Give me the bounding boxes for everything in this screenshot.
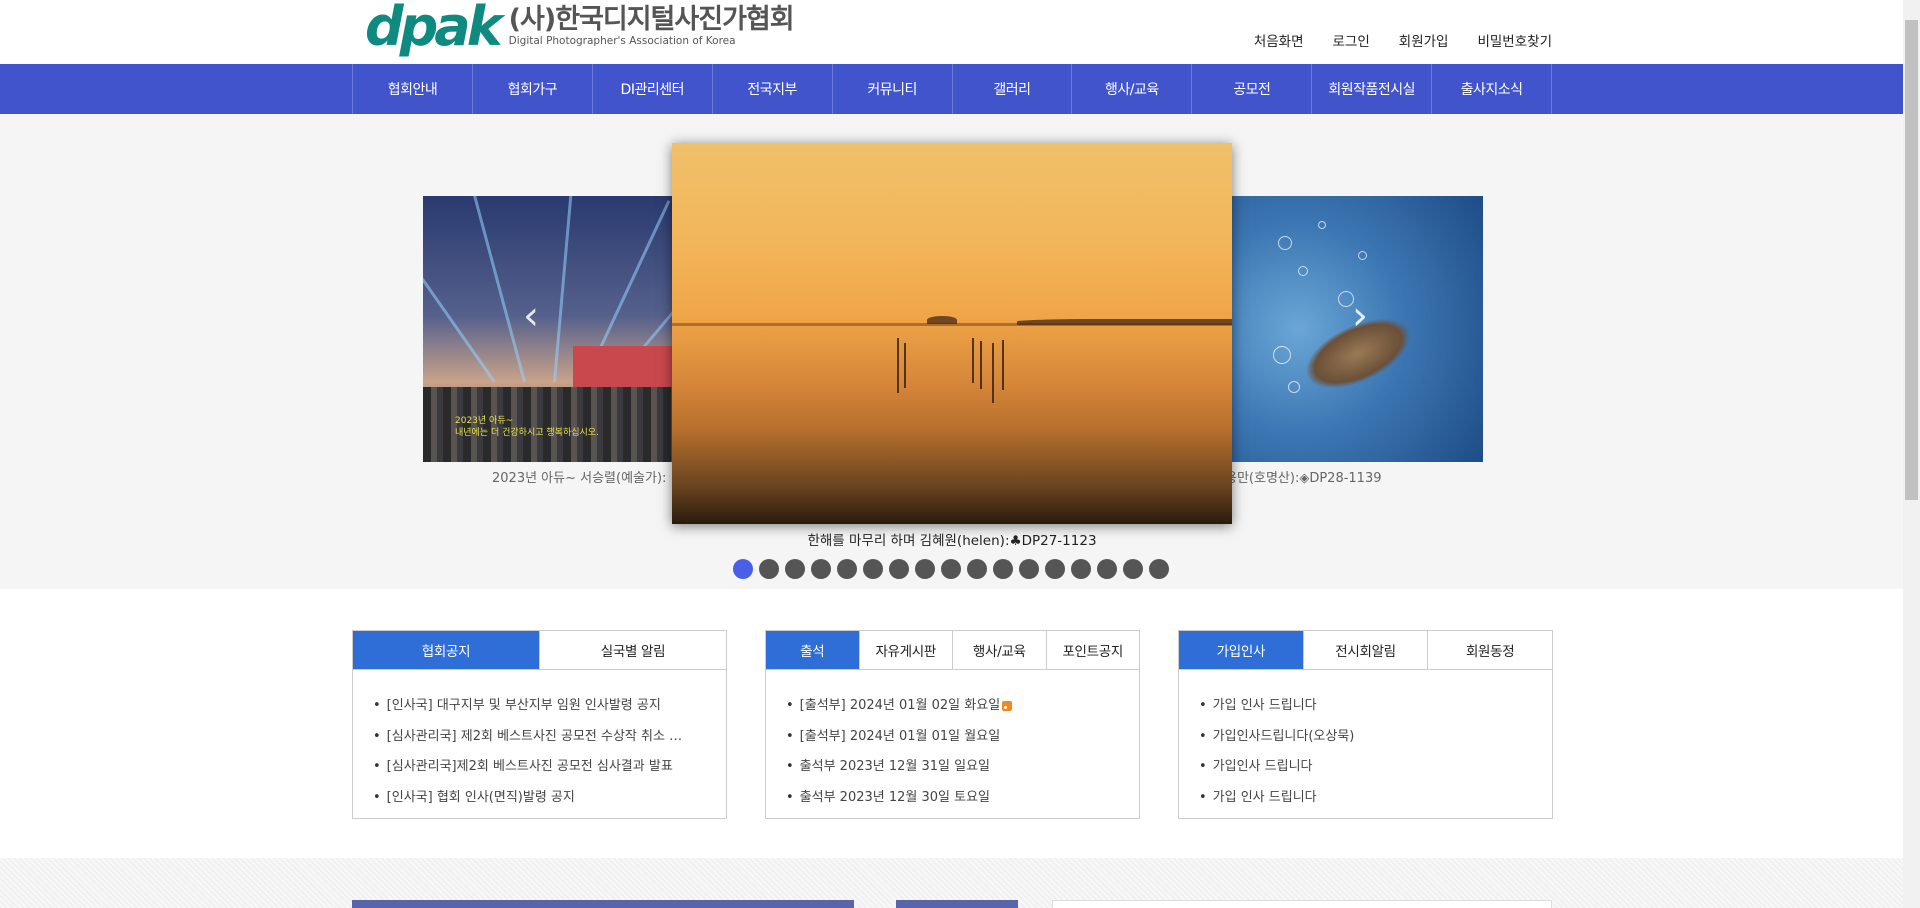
board-community: 출석 자유게시판 행사/교육 포인트공지 [출석부] 2024년 01월 02일… bbox=[765, 630, 1140, 819]
tab-department-notice[interactable]: 실국별 알림 bbox=[540, 631, 726, 669]
slider-dot[interactable] bbox=[837, 559, 857, 579]
tab-free-board[interactable]: 자유게시판 bbox=[860, 631, 953, 669]
find-password-link[interactable]: 비밀번호찾기 bbox=[1477, 30, 1552, 50]
site-logo[interactable]: dpak (사)한국디지털사진가협회 Digital Photographer'… bbox=[365, 0, 795, 58]
list-item[interactable]: 출석부 2023년 12월 31일 일요일 bbox=[786, 752, 1106, 783]
list-item[interactable]: 가입인사 드립니다 bbox=[1199, 752, 1519, 783]
tab-events[interactable]: 행사/교육 bbox=[953, 631, 1047, 669]
list-item[interactable]: 가입 인사 드립니다 bbox=[1199, 691, 1519, 722]
slider-dot[interactable] bbox=[993, 559, 1013, 579]
board-notice: 협회공지 실국별 알림 [인사국] 대구지부 및 부산지부 임원 인사발령 공지… bbox=[352, 630, 727, 819]
slide-right-photo[interactable] bbox=[1218, 196, 1483, 462]
board-members-list: 가입 인사 드립니다 가입인사드립니다(오상묵) 가입인사 드립니다 가입 인사… bbox=[1179, 670, 1552, 813]
tab-point-notice[interactable]: 포인트공지 bbox=[1047, 631, 1140, 669]
slide-main-photo[interactable] bbox=[672, 143, 1232, 524]
page-scrollbar[interactable] bbox=[1903, 0, 1920, 908]
slider-dot[interactable] bbox=[863, 559, 883, 579]
board-members-tabs: 가입인사 전시회알림 회원동정 bbox=[1179, 631, 1552, 670]
nav-item-di-center[interactable]: DI관리센터 bbox=[593, 64, 713, 114]
home-link[interactable]: 처음화면 bbox=[1254, 30, 1304, 50]
board-members: 가입인사 전시회알림 회원동정 가입 인사 드립니다 가입인사드립니다(오상묵)… bbox=[1178, 630, 1553, 819]
bottom-panel-middle bbox=[896, 900, 1018, 908]
slider-dot[interactable] bbox=[811, 559, 831, 579]
slider-dot[interactable] bbox=[915, 559, 935, 579]
slide-left-overlay-text: 2023년 아듀~ 내년에는 더 건강하시고 행복하십시오. bbox=[455, 416, 599, 438]
list-item[interactable]: 가입인사드립니다(오상묵) bbox=[1199, 722, 1519, 753]
bottom-panel-right bbox=[1052, 900, 1552, 908]
nav-item-family[interactable]: 협회가구 bbox=[473, 64, 593, 114]
logo-mark: dpak bbox=[365, 0, 503, 58]
slider-dot[interactable] bbox=[889, 559, 909, 579]
nav-item-branches[interactable]: 전국지부 bbox=[713, 64, 833, 114]
nav-item-photo-spots[interactable]: 출사지소식 bbox=[1432, 64, 1553, 114]
list-item-text: [출석부] 2024년 01월 02일 화요일 bbox=[799, 698, 1001, 713]
chevron-left-icon[interactable]: ‹ bbox=[523, 296, 539, 336]
slider-dot[interactable] bbox=[733, 559, 753, 579]
slide-main-caption: 한해를 마무리 하며 김혜원(helen):♣DP27-1123 bbox=[807, 533, 1097, 549]
slider-dot[interactable] bbox=[785, 559, 805, 579]
main-nav: 협회안내 협회가구 DI관리센터 전국지부 커뮤니티 갤러리 행사/교육 공모전… bbox=[0, 64, 1903, 114]
slide-right-caption: 용만(호명산):◈DP28-1139 bbox=[1225, 471, 1382, 486]
slider-dot[interactable] bbox=[759, 559, 779, 579]
nav-item-about[interactable]: 협회안내 bbox=[353, 64, 473, 114]
tab-association-notice[interactable]: 협회공지 bbox=[353, 631, 540, 669]
slide-left-photo[interactable]: 2023년 아듀~ 내년에는 더 건강하시고 행복하십시오. bbox=[423, 196, 688, 462]
board-notice-tabs: 협회공지 실국별 알림 bbox=[353, 631, 726, 670]
slider-dot[interactable] bbox=[941, 559, 961, 579]
slider-dot[interactable] bbox=[1123, 559, 1143, 579]
list-item[interactable]: [인사국] 대구지부 및 부산지부 임원 인사발령 공지 bbox=[373, 691, 693, 722]
list-item[interactable]: [출석부] 2024년 01월 01일 월요일 bbox=[786, 722, 1106, 753]
slider-dot[interactable] bbox=[1071, 559, 1091, 579]
list-item[interactable]: 가입 인사 드립니다 bbox=[1199, 783, 1519, 814]
logo-subtitle: Digital Photographer's Association of Ko… bbox=[508, 35, 736, 48]
scrollbar-thumb[interactable] bbox=[1905, 20, 1918, 500]
board-community-list: [출석부] 2024년 01월 02일 화요일 [출석부] 2024년 01월 … bbox=[766, 670, 1139, 813]
logo-text: (사)한국디지털사진가협회 Digital Photographer's Ass… bbox=[508, 4, 795, 48]
slider-dot[interactable] bbox=[967, 559, 987, 579]
list-item[interactable]: [인사국] 협회 인사(면직)발령 공지 bbox=[373, 783, 693, 814]
main-nav-items: 협회안내 협회가구 DI관리센터 전국지부 커뮤니티 갤러리 행사/교육 공모전… bbox=[352, 64, 1553, 114]
tab-member-news[interactable]: 회원동정 bbox=[1428, 631, 1552, 669]
slider-dot[interactable] bbox=[1149, 559, 1169, 579]
board-notice-list: [인사국] 대구지부 및 부산지부 임원 인사발령 공지 [심사관리국] 제2회… bbox=[353, 670, 726, 813]
slide-left-caption: 2023년 아듀~ 서승렬(예술가): bbox=[492, 471, 667, 486]
tab-exhibition-notice[interactable]: 전시회알림 bbox=[1304, 631, 1429, 669]
tab-join-greeting[interactable]: 가입인사 bbox=[1179, 631, 1304, 669]
list-item[interactable]: [출석부] 2024년 01월 02일 화요일 bbox=[786, 691, 1106, 722]
slider-dot[interactable] bbox=[1097, 559, 1117, 579]
photo-slider: 2023년 아듀~ 내년에는 더 건강하시고 행복하십시오. 2023년 아듀~… bbox=[0, 114, 1903, 589]
logo-title: (사)한국디지털사진가협회 bbox=[508, 4, 795, 36]
utility-links: 처음화면 로그인 회원가입 비밀번호찾기 bbox=[1225, 30, 1552, 50]
signup-link[interactable]: 회원가입 bbox=[1399, 30, 1449, 50]
tab-attendance[interactable]: 출석 bbox=[766, 631, 860, 669]
list-item[interactable]: 출석부 2023년 12월 30일 토요일 bbox=[786, 783, 1106, 814]
new-post-icon bbox=[1002, 700, 1013, 711]
chevron-right-icon[interactable]: › bbox=[1352, 296, 1368, 336]
nav-item-community[interactable]: 커뮤니티 bbox=[833, 64, 953, 114]
nav-item-member-gallery[interactable]: 회원작품전시실 bbox=[1312, 64, 1433, 114]
site-header: dpak (사)한국디지털사진가협회 Digital Photographer'… bbox=[0, 0, 1903, 64]
list-item[interactable]: [심사관리국] 제2회 베스트사진 공모전 수상작 취소 … bbox=[373, 722, 693, 753]
bottom-panel-left bbox=[352, 900, 854, 908]
list-item[interactable]: [심사관리국]제2회 베스트사진 공모전 심사결과 발표 bbox=[373, 752, 693, 783]
login-link[interactable]: 로그인 bbox=[1333, 30, 1370, 50]
slider-dot[interactable] bbox=[1019, 559, 1039, 579]
nav-item-events[interactable]: 행사/교육 bbox=[1072, 64, 1193, 114]
slider-pagination bbox=[733, 559, 1169, 579]
nav-item-contest[interactable]: 공모전 bbox=[1192, 64, 1313, 114]
nav-item-gallery[interactable]: 갤러리 bbox=[953, 64, 1073, 114]
slider-dot[interactable] bbox=[1045, 559, 1065, 579]
board-community-tabs: 출석 자유게시판 행사/교육 포인트공지 bbox=[766, 631, 1139, 670]
